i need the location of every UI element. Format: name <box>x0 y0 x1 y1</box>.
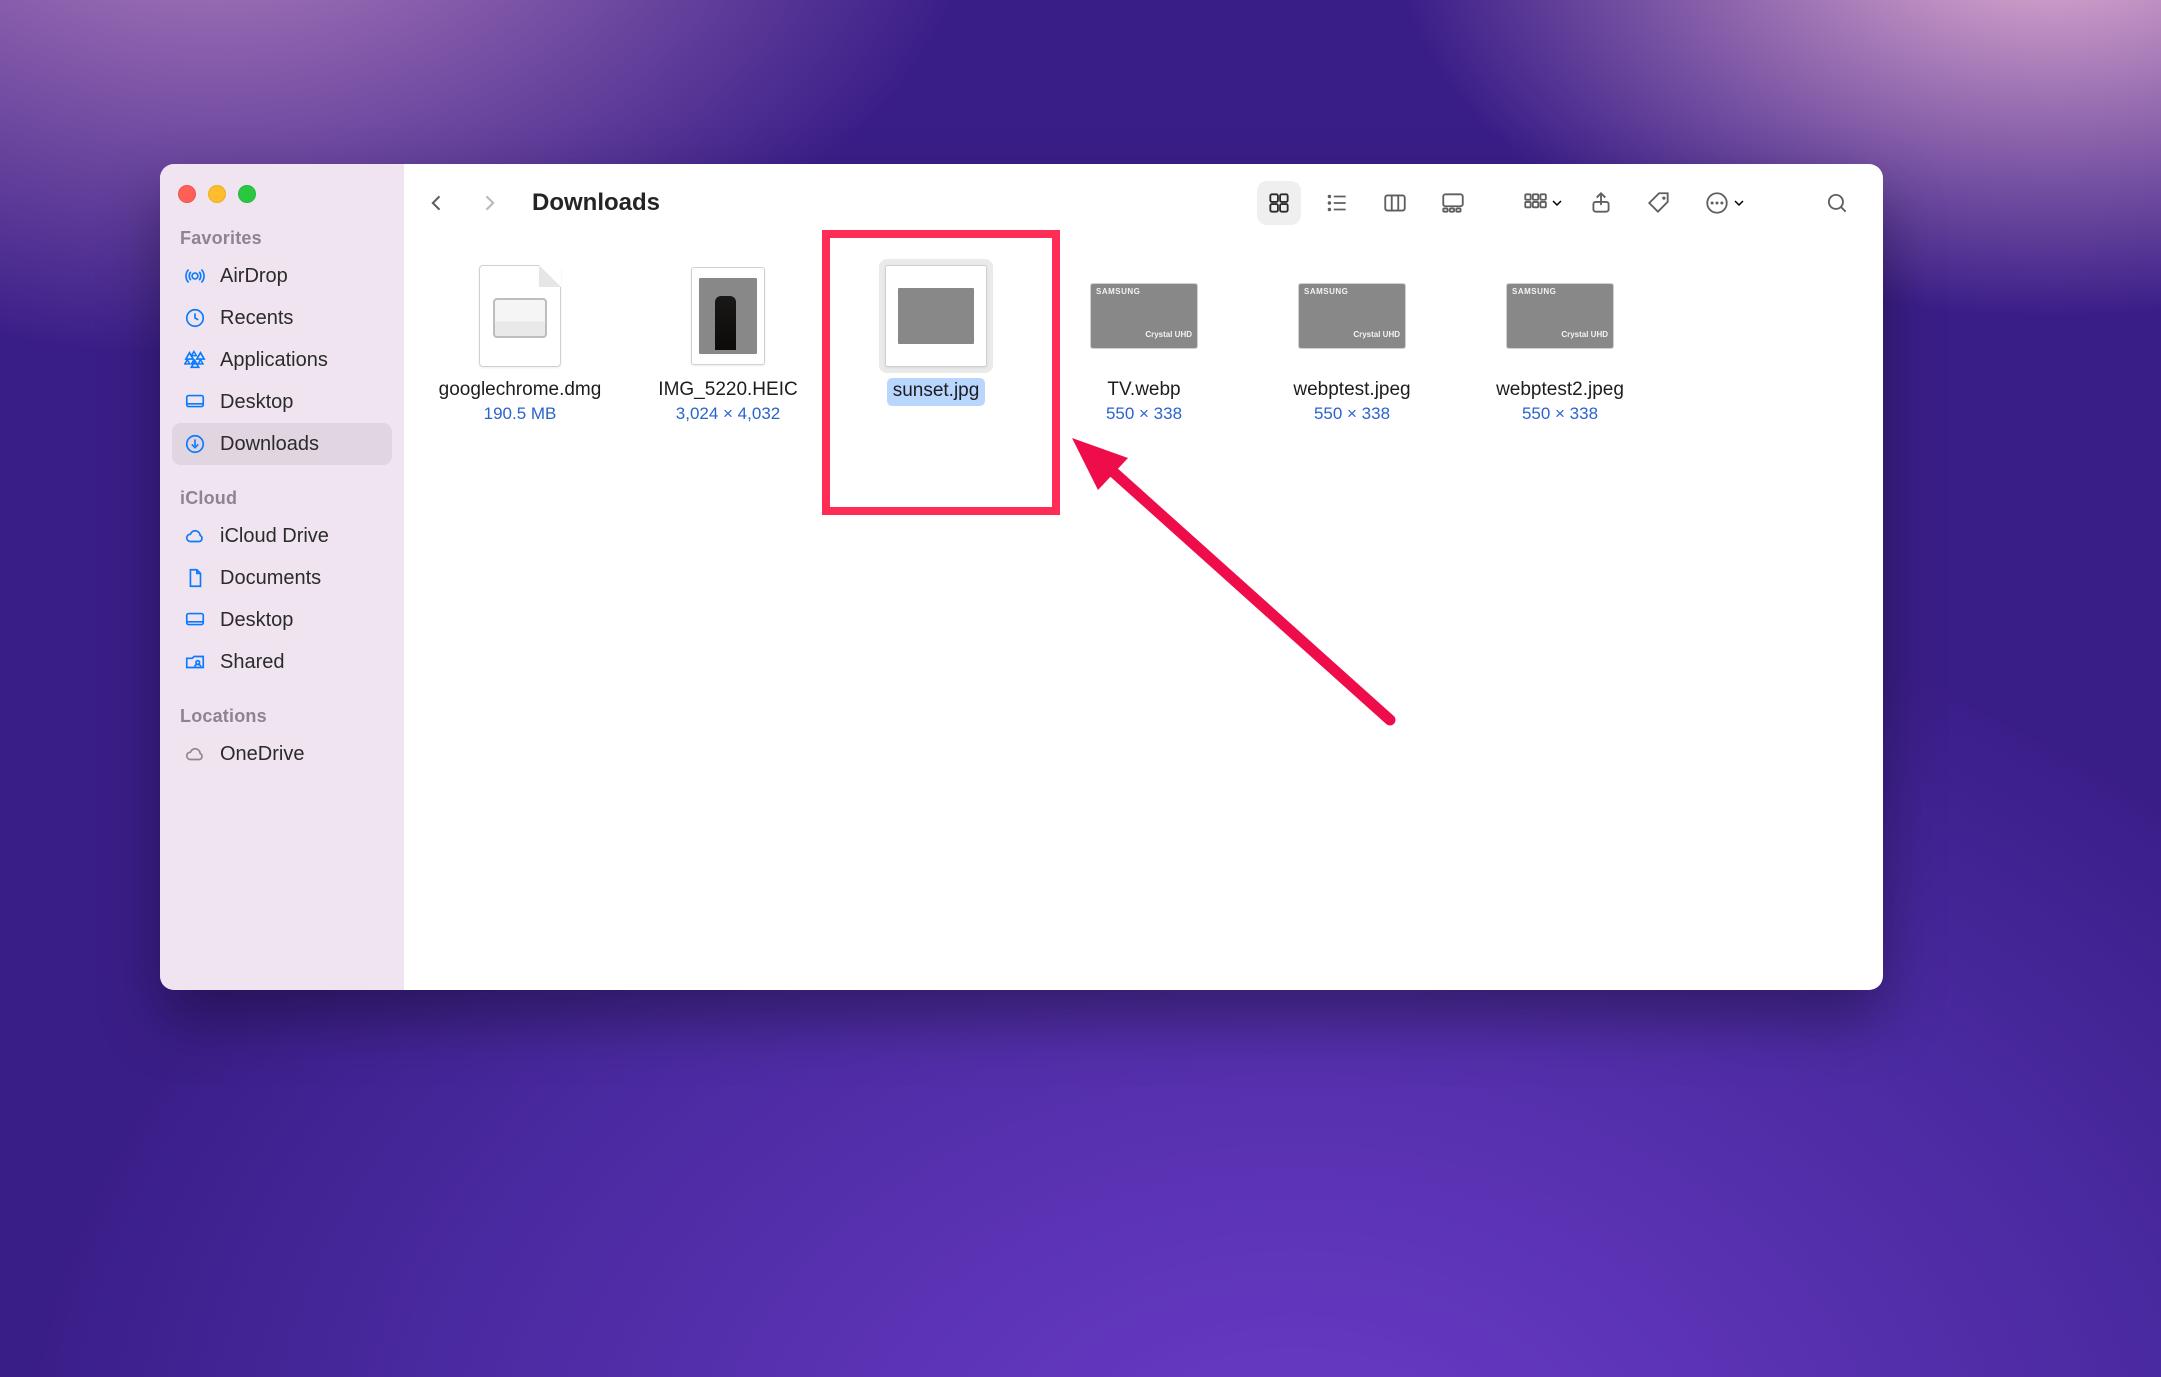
chevron-down-icon <box>1549 195 1565 211</box>
file-meta: 550 × 338 <box>1522 404 1598 424</box>
file-thumbnail <box>466 262 574 370</box>
view-switcher <box>1257 181 1475 225</box>
toolbar: Downloads <box>404 164 1883 242</box>
chevron-down-icon <box>1731 195 1747 211</box>
file-thumbnail <box>1090 262 1198 370</box>
desktop-icon <box>182 607 208 633</box>
sidebar-item-label: Desktop <box>220 391 293 414</box>
group-by-button[interactable] <box>1513 181 1565 225</box>
file-thumbnail <box>1298 262 1406 370</box>
sidebar-item-label: iCloud Drive <box>220 525 329 548</box>
file-meta: 550 × 338 <box>1106 404 1182 424</box>
file-item[interactable]: IMG_5220.HEIC 3,024 × 4,032 <box>628 252 828 434</box>
file-meta: 550 × 338 <box>1314 404 1390 424</box>
back-button[interactable] <box>422 188 452 218</box>
sidebar-item-desktop-icloud[interactable]: Desktop <box>172 599 392 641</box>
file-thumbnail <box>1506 262 1614 370</box>
more-actions-button[interactable] <box>1695 181 1747 225</box>
sidebar-item-label: Shared <box>220 651 285 674</box>
sidebar-heading: iCloud <box>172 484 392 515</box>
file-name: googlechrome.dmg <box>439 378 602 402</box>
file-item-selected[interactable]: sunset.jpg <box>836 252 1036 434</box>
sidebar-item-shared[interactable]: Shared <box>172 641 392 683</box>
view-icons-button[interactable] <box>1257 181 1301 225</box>
tags-button[interactable] <box>1637 181 1681 225</box>
search-button[interactable] <box>1815 181 1859 225</box>
file-name: TV.webp <box>1107 378 1180 402</box>
sidebar-section-icloud: iCloud iCloud Drive Documents Desktop <box>172 484 392 683</box>
sidebar-item-label: Recents <box>220 307 293 330</box>
sidebar-item-documents[interactable]: Documents <box>172 557 392 599</box>
file-item[interactable]: googlechrome.dmg 190.5 MB <box>420 252 620 434</box>
main-area: Downloads <box>404 164 1883 990</box>
file-item[interactable]: TV.webp 550 × 338 <box>1044 252 1244 434</box>
sidebar-item-desktop[interactable]: Desktop <box>172 381 392 423</box>
sidebar-heading: Locations <box>172 702 392 733</box>
file-name: webptest2.jpeg <box>1496 378 1624 402</box>
sidebar-section-favorites: Favorites AirDrop Recents Applications <box>172 224 392 465</box>
sidebar-item-label: Applications <box>220 349 328 372</box>
close-window-button[interactable] <box>178 185 196 203</box>
toolbar-actions <box>1513 181 1747 225</box>
sidebar-item-label: Desktop <box>220 609 293 632</box>
clock-icon <box>182 305 208 331</box>
shared-icon <box>182 649 208 675</box>
window-title: Downloads <box>532 189 660 217</box>
sidebar-item-applications[interactable]: Applications <box>172 339 392 381</box>
toolbar-search-group <box>1815 181 1859 225</box>
file-name[interactable]: sunset.jpg <box>887 378 986 406</box>
sidebar-item-label: Downloads <box>220 433 319 456</box>
cloud-grey-icon <box>182 741 208 767</box>
file-name: webptest.jpeg <box>1293 378 1410 402</box>
file-item[interactable]: webptest2.jpeg 550 × 338 <box>1460 252 1660 434</box>
downloads-icon <box>182 431 208 457</box>
finder-window: Favorites AirDrop Recents Applications <box>160 164 1883 990</box>
sidebar-item-onedrive[interactable]: OneDrive <box>172 733 392 775</box>
sidebar-item-label: OneDrive <box>220 743 304 766</box>
file-meta: 190.5 MB <box>484 404 557 424</box>
view-columns-button[interactable] <box>1373 181 1417 225</box>
file-meta: 3,024 × 4,032 <box>676 404 780 424</box>
sidebar-item-icloud-drive[interactable]: iCloud Drive <box>172 515 392 557</box>
minimize-window-button[interactable] <box>208 185 226 203</box>
file-thumbnail <box>882 262 990 370</box>
forward-button[interactable] <box>474 188 504 218</box>
share-button[interactable] <box>1579 181 1623 225</box>
sidebar-item-recents[interactable]: Recents <box>172 297 392 339</box>
sidebar-item-downloads[interactable]: Downloads <box>172 423 392 465</box>
sidebar-section-locations: Locations OneDrive <box>172 702 392 775</box>
file-grid[interactable]: googlechrome.dmg 190.5 MB IMG_5220.HEIC … <box>404 242 1883 990</box>
window-controls <box>172 181 392 221</box>
view-list-button[interactable] <box>1315 181 1359 225</box>
file-thumbnail <box>674 262 782 370</box>
doc-icon <box>182 565 208 591</box>
sidebar-item-label: AirDrop <box>220 265 288 288</box>
view-gallery-button[interactable] <box>1431 181 1475 225</box>
sidebar-heading: Favorites <box>172 224 392 255</box>
fullscreen-window-button[interactable] <box>238 185 256 203</box>
sidebar-item-airdrop[interactable]: AirDrop <box>172 255 392 297</box>
airdrop-icon <box>182 263 208 289</box>
file-name: IMG_5220.HEIC <box>658 378 797 402</box>
file-item[interactable]: webptest.jpeg 550 × 338 <box>1252 252 1452 434</box>
apps-icon <box>182 347 208 373</box>
sidebar: Favorites AirDrop Recents Applications <box>160 164 404 990</box>
cloud-icon <box>182 523 208 549</box>
desktop-icon <box>182 389 208 415</box>
nav-buttons <box>422 188 504 218</box>
sidebar-item-label: Documents <box>220 567 321 590</box>
dmg-icon <box>479 265 561 367</box>
